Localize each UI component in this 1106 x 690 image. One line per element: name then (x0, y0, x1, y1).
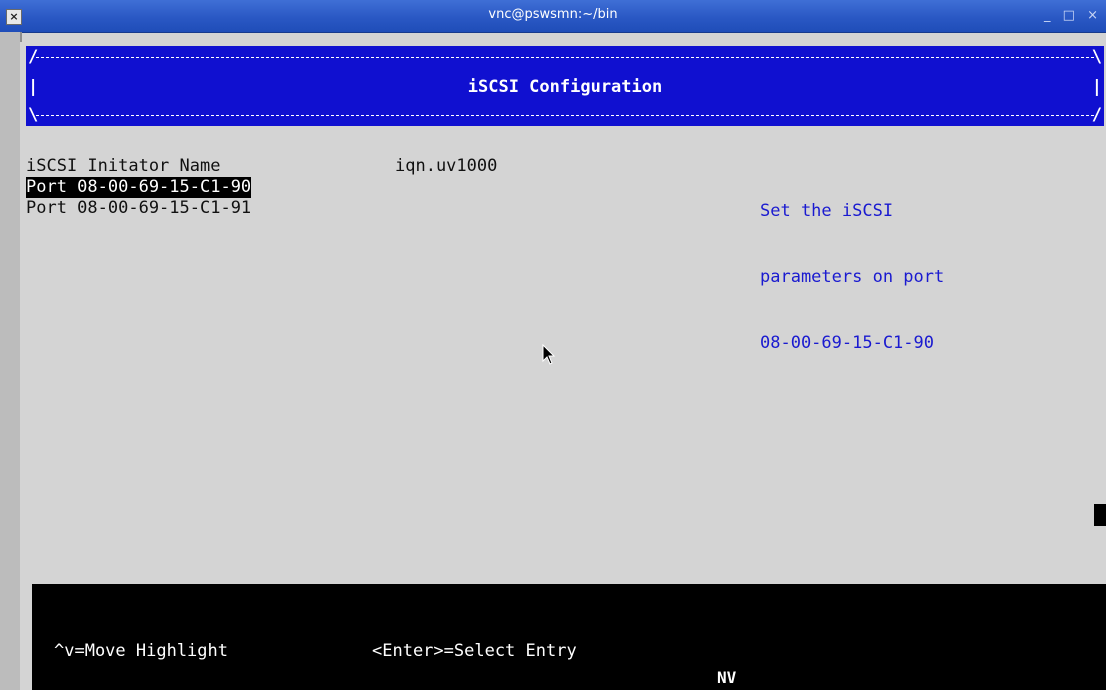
help-line: 08-00-69-15-C1-90 (760, 333, 934, 353)
terminal-screen[interactable]: / \ | | iSCSI Configuration \ / iSCSI Inita… (20, 42, 1106, 690)
header-box: / \ | | iSCSI Configuration \ / (26, 46, 1104, 126)
title-bar[interactable]: × vnc@pswsmn:~/bin _ □ × (0, 0, 1106, 33)
header-top-border: / \ (28, 47, 1102, 67)
initiator-name-item[interactable]: iSCSI Initator Name (26, 156, 220, 177)
move-highlight-hint: ^v=Move Highlight (54, 641, 228, 661)
status-label: NV (717, 668, 737, 687)
page-title: iSCSI Configuration (467, 77, 663, 97)
close-icon[interactable]: × (1087, 8, 1098, 23)
text-cursor (1094, 504, 1106, 526)
window-controls: _ □ × (1036, 0, 1098, 32)
window-title: vnc@pswsmn:~/bin (488, 7, 618, 22)
select-entry-hint: <Enter>=Select Entry (372, 641, 577, 661)
menu-item-port-c1-91[interactable]: Port 08-00-69-15-C1-91 (26, 198, 251, 219)
key-help-bar: ^v=Move Highlight <Enter>=Select Entry N… (32, 584, 1106, 690)
initiator-name-value: iqn.uv1000 (395, 156, 498, 176)
mouse-pointer-icon (542, 344, 556, 365)
header-bottom-border: \ / (28, 105, 1102, 125)
help-text: Set the iSCSI parameters on port 08-00-6… (760, 156, 944, 398)
help-line: parameters on port (760, 267, 945, 287)
terminal-window: × vnc@pswsmn:~/bin _ □ × / \ | | iSCSI Con… (0, 0, 1106, 690)
maximize-icon[interactable]: □ (1063, 8, 1075, 23)
window-left-border (0, 32, 22, 690)
help-line: Set the iSCSI (760, 201, 894, 221)
minimize-icon[interactable]: _ (1044, 8, 1051, 23)
menu-item-port-c1-90[interactable]: Port 08-00-69-15-C1-90 (26, 177, 252, 198)
